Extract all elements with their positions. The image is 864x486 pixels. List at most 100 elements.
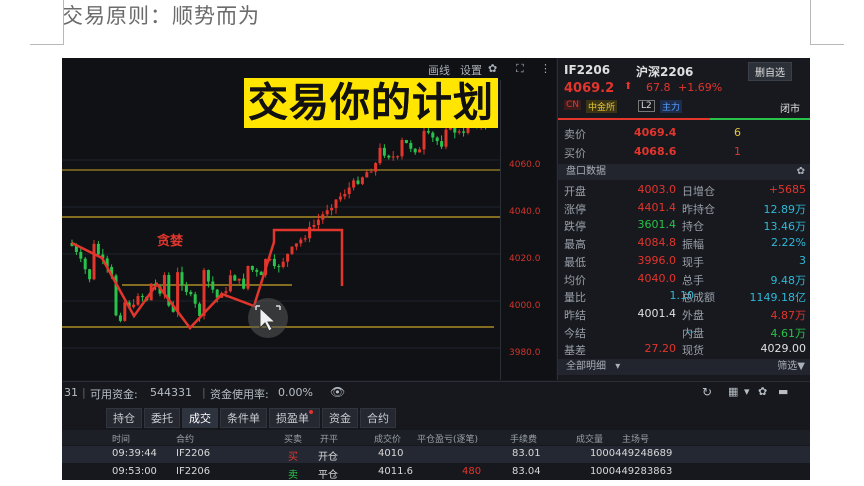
tab-3[interactable]: 条件单 [220, 408, 267, 428]
stat-value: 1149.18亿 [749, 291, 807, 305]
symbol-header: IF2206 沪深2206 删自选 [558, 62, 810, 81]
tab-5[interactable]: 资金 [322, 408, 358, 428]
column-header[interactable]: 手续费 [510, 432, 537, 445]
stat-value: +5685 [768, 183, 806, 196]
quote-panel: IF2206 沪深2206 删自选 4069.2 ⬆ 67.8 +1.69% C… [557, 58, 810, 380]
tab-label: 持仓 [113, 412, 135, 425]
price-tick: 4020.0 [509, 254, 541, 264]
candle-body [189, 291, 193, 295]
pattern-label: 贪婪 [157, 234, 184, 249]
tab-2[interactable]: 成交 [182, 408, 218, 428]
candle-body [457, 131, 461, 133]
stat-row: 最低 3996.0 现手 3 [558, 253, 810, 270]
stat-label: 总手 [682, 273, 704, 287]
section-header-detail: 全部明细 ▾ 筛选▼ [558, 359, 810, 375]
crop-mark [810, 44, 844, 45]
column-header[interactable]: 开平 [320, 432, 338, 445]
table-row[interactable]: 09:53:00 IF2206 卖平仓 4011.6 480 83.04 1 00044928… [62, 464, 810, 480]
candle-body [83, 258, 87, 270]
cell-oc: 平仓 [318, 470, 338, 480]
candle-body [299, 239, 303, 244]
remove-watchlist-button[interactable]: 删自选 [748, 62, 792, 81]
account-prefix: 31 [64, 386, 78, 399]
stat-value: 4084.8 [637, 236, 677, 250]
candle-body [184, 285, 188, 292]
candle-body [413, 148, 417, 153]
chart-toolbar: 画线 设置 ✿ ⛶ ⋮ [62, 58, 556, 80]
table-row[interactable]: 09:39:44 IF2206 买开仓 4010 83.01 1 000449248689 [62, 446, 810, 463]
cell-fee: 83.04 [512, 466, 541, 477]
column-header[interactable]: 成交价 [374, 432, 401, 445]
stat-label: 外盘 [682, 308, 704, 322]
candle-body [211, 281, 215, 290]
last-price-row: 4069.2 ⬆ 67.8 +1.69% [558, 80, 810, 97]
tab-label: 委托 [151, 412, 173, 425]
stat-label: 最低 [564, 255, 586, 269]
candle-body [321, 214, 325, 220]
ask-price: 4069.4 [634, 126, 677, 139]
stat-value: 3 [799, 253, 806, 267]
stat-label: 均价 [564, 273, 586, 287]
fullscreen-icon[interactable]: ⛶ [516, 62, 524, 76]
gear-icon[interactable]: ✿ [797, 164, 805, 180]
tab-label: 资金 [329, 412, 351, 425]
chevron-down-icon[interactable]: ▾ [615, 361, 620, 372]
gear-icon[interactable]: ✿ [758, 385, 767, 398]
column-header[interactable]: 时间 [112, 432, 130, 445]
stat-row: 基差 27.20 现货 4029.00 [558, 341, 810, 358]
stat-value: 27.20 [644, 342, 677, 356]
column-header[interactable]: 主场号 [622, 432, 649, 445]
candle-body [79, 251, 83, 259]
candle-body [123, 302, 127, 321]
draw-line-button[interactable]: 画线 [428, 62, 450, 78]
cell-id: 000449248689 [596, 448, 673, 459]
divider: | [202, 386, 206, 399]
minimize-icon[interactable]: ▬ [778, 385, 788, 398]
candle-body [404, 140, 408, 144]
crop-mark [30, 44, 64, 45]
cell-side: 卖 [288, 470, 298, 480]
chevron-down-icon[interactable]: ▾ [744, 385, 750, 398]
stat-label: 持仓 [682, 220, 704, 234]
candle-body [382, 147, 386, 156]
price-tick: 4000.0 [509, 301, 541, 311]
tab-0[interactable]: 持仓 [106, 408, 142, 428]
last-price: 4069.2 [564, 81, 615, 96]
stat-row: 跌停 3601.4 持仓 13.46万 [558, 217, 810, 234]
candle-body [250, 265, 254, 270]
tab-4[interactable]: 损盈单 [269, 408, 320, 428]
cell-price: 4011.6 [378, 466, 413, 477]
move-cursor-icon [248, 298, 288, 338]
stat-label: 昨结 [564, 308, 586, 322]
refresh-icon[interactable]: ↻ [702, 385, 712, 399]
gear-icon[interactable]: ✿ [488, 62, 497, 75]
column-header[interactable]: 买卖 [284, 432, 302, 445]
cell-pnl: 480 [462, 466, 482, 477]
candle-body [369, 171, 373, 173]
filter-button[interactable]: 筛选▼ [777, 359, 805, 375]
column-header[interactable]: 合约 [176, 432, 194, 445]
eye-icon[interactable]: 👁 [330, 385, 345, 399]
candle-body [233, 275, 237, 281]
tab-6[interactable]: 合约 [360, 408, 396, 428]
more-icon[interactable]: ⋮ [540, 62, 551, 75]
candle-body [330, 207, 334, 211]
column-header[interactable]: 成交量 [576, 432, 603, 445]
symbol-code: IF2206 [564, 63, 611, 77]
price-change-pct: +1.69% [678, 81, 723, 94]
column-header[interactable]: 平仓盈亏(逐笔) [417, 432, 478, 445]
candle-body [242, 278, 246, 289]
candle-body [303, 238, 307, 240]
overlay-caption: 交易你的计划 [244, 78, 498, 128]
candle-body [140, 296, 144, 298]
stat-value: 4401.4 [637, 200, 677, 214]
candle-body [228, 275, 232, 292]
bid-volume: 1 [734, 145, 741, 158]
tab-1[interactable]: 委托 [144, 408, 180, 428]
layout-icon[interactable]: ▦ [728, 385, 738, 398]
tag-l2: L2 [638, 100, 655, 112]
cell-time: 09:39:44 [112, 448, 157, 459]
cell-id: 000449283863 [596, 466, 673, 477]
stat-label: 现手 [682, 255, 704, 269]
settings-button[interactable]: 设置 [460, 62, 482, 78]
